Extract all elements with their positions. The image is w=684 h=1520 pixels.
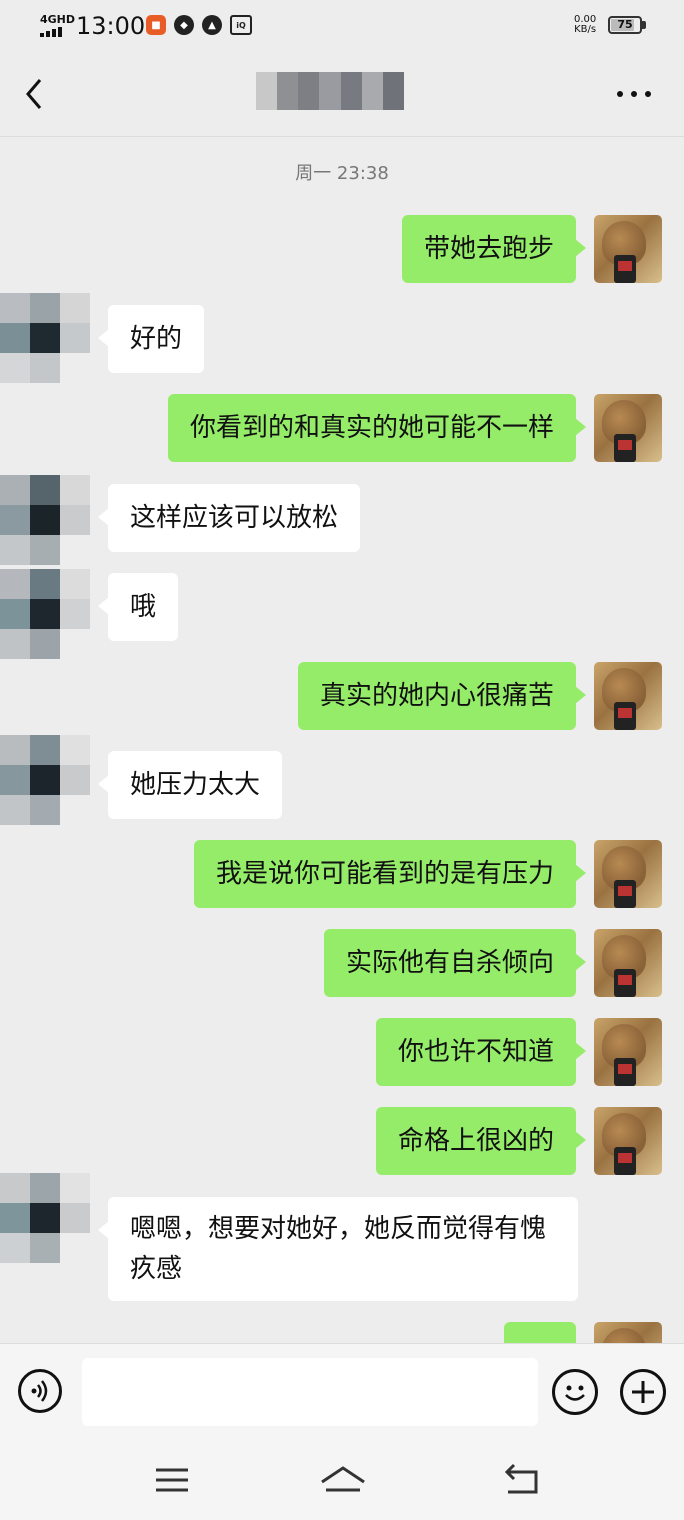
back-button[interactable] <box>18 74 58 114</box>
message-bubble-sent[interactable]: 命格上很凶的 <box>375 1107 587 1175</box>
more-button[interactable] <box>614 82 654 106</box>
battery-tip <box>642 21 646 29</box>
app-notification-icon: ■ <box>146 15 166 35</box>
home-button[interactable] <box>318 1460 368 1500</box>
contact-avatar-blurred[interactable] <box>0 475 90 565</box>
my-avatar[interactable] <box>594 1107 662 1175</box>
plus-button[interactable] <box>620 1369 666 1415</box>
message-bubble-sent[interactable]: 你看到的和真实的她可能不一样 <box>167 394 587 462</box>
emoji-button[interactable] <box>552 1369 598 1415</box>
battery-icon: 75 <box>608 16 642 34</box>
message-bubble-received[interactable]: 嗯嗯，想要对她好，她反而觉得有愧疚感 <box>98 1197 578 1301</box>
chat-header <box>0 52 684 137</box>
message-bubble-received[interactable]: 好的 <box>97 305 205 373</box>
contact-name-blurred <box>256 72 404 110</box>
message-bubble-sent[interactable]: 实际他有自杀倾向 <box>323 929 587 997</box>
home-icon <box>321 1466 365 1492</box>
contact-avatar-blurred[interactable] <box>0 1173 90 1263</box>
message-bubble-sent[interactable]: 带她去跑步 <box>401 215 587 283</box>
status-time: 13:00 <box>76 12 146 40</box>
network-speed: 0.00 KB/s <box>574 14 597 35</box>
network-indicator: 4GHD <box>40 13 76 26</box>
message-bubble-sent[interactable]: 你也许不知道 <box>375 1018 587 1086</box>
notification-icons: ■ ◆ ▲ iQ <box>146 15 252 35</box>
emoji-icon <box>565 1385 585 1401</box>
nav-back-button[interactable] <box>500 1460 544 1500</box>
my-avatar[interactable] <box>594 1322 662 1343</box>
chat-timestamp: 周一 23:38 <box>295 163 389 184</box>
my-avatar[interactable] <box>594 662 662 730</box>
contact-avatar-blurred[interactable] <box>0 569 90 659</box>
contact-avatar-blurred[interactable] <box>0 735 90 825</box>
voice-icon <box>31 1380 48 1402</box>
my-avatar[interactable] <box>594 394 662 462</box>
status-bar: 4GHD 13:00 ■ ◆ ▲ iQ 0.00 KB/s 75 <box>0 0 684 52</box>
menu-icon <box>156 1468 188 1492</box>
contact-avatar-blurred[interactable] <box>0 293 90 383</box>
more-dots-icon <box>617 91 651 97</box>
my-avatar[interactable] <box>594 1018 662 1086</box>
nav-back-icon <box>504 1463 538 1494</box>
plus-icon <box>632 1381 654 1403</box>
battery-level: 75 <box>617 18 633 31</box>
chevron-left-icon <box>26 79 42 109</box>
compass-icon: ◆ <box>174 15 194 35</box>
message-list[interactable]: 周一 23:38 带她去跑步 好的 你看到的和真实的她可能不一样 这样应该可以放… <box>0 137 684 1343</box>
message-bubble-received[interactable]: 她压力太大 <box>97 751 283 819</box>
my-avatar[interactable] <box>594 929 662 997</box>
navigation-icon: ▲ <box>202 15 222 35</box>
input-bar <box>0 1343 684 1440</box>
message-bubble-sent[interactable]: 我是说你可能看到的是有压力 <box>193 840 587 908</box>
menu-button[interactable] <box>150 1460 194 1500</box>
iqiyi-icon: iQ <box>230 15 252 35</box>
voice-button[interactable] <box>18 1369 62 1413</box>
message-bubble-received[interactable]: 哦 <box>97 573 179 641</box>
signal-icon <box>40 27 62 37</box>
message-bubble-received[interactable]: 这样应该可以放松 <box>97 484 361 552</box>
message-bubble-sent[interactable]: 真实的她内心很痛苦 <box>297 662 587 730</box>
message-input[interactable] <box>82 1358 538 1426</box>
my-avatar[interactable] <box>594 215 662 283</box>
my-avatar[interactable] <box>594 840 662 908</box>
system-nav-bar <box>0 1440 684 1520</box>
message-bubble-sent[interactable] <box>504 1322 576 1343</box>
